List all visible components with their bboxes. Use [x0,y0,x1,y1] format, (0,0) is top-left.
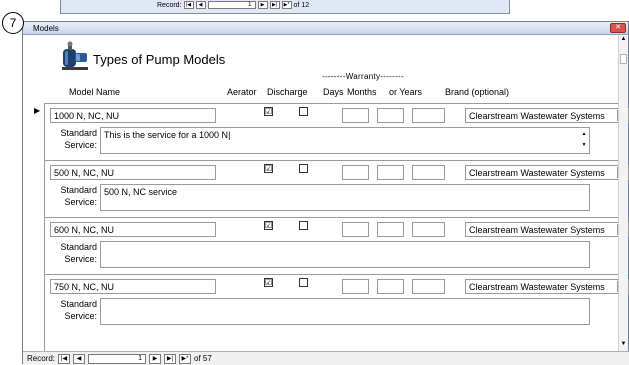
first-record-icon[interactable]: |◀ [58,353,71,364]
record-row: 500 N, NC, NU ☑ Clearstream Wastewater S… [45,160,629,217]
bg-prev-record-icon[interactable]: ◀ [195,1,206,9]
text-cursor: | [228,130,231,140]
standard-service-field[interactable] [100,241,590,268]
bg-next-record-icon[interactable]: ▶ [257,1,268,9]
standard-service-label: Standard Service: [60,128,97,150]
column-header-years: or Years [389,87,423,97]
warranty-days-field[interactable] [342,222,369,237]
warranty-days-field[interactable] [342,165,369,180]
brand-combo[interactable]: Clearstream Wastewater Systems ▼ [465,279,629,294]
column-header-months: Months [347,87,377,97]
brand-combo[interactable]: Clearstream Wastewater Systems ▼ [465,222,629,237]
current-record-arrow-icon: ▶ [34,106,41,115]
standard-service-label: Standard Service: [60,185,97,207]
model-name-field[interactable]: 750 N, NC, NU [50,279,216,294]
warranty-months-field[interactable] [377,165,404,180]
aerator-checkbox[interactable]: ☑ [264,278,273,287]
discharge-checkbox[interactable] [299,107,308,116]
column-header-model-name: Model Name [69,87,121,97]
record-navigation-bar: Record: |◀ ◀ 1 ▶ ▶| ▶* of 57 [23,351,629,365]
background-record-nav: Record: |◀ ◀ 1 ▶ ▶| ▶* of 12 [157,0,309,10]
aerator-checkbox[interactable]: ☑ [264,164,273,173]
column-header-discharge: Discharge [267,87,308,97]
scroll-up-icon[interactable]: ▲ [619,36,628,46]
brand-combo[interactable]: Clearstream Wastewater Systems ▼ [465,108,629,123]
warranty-years-field[interactable] [412,108,445,123]
record-row: 750 N, NC, NU ☑ Clearstream Wastewater S… [45,274,629,331]
models-window: Models ✕ Types of Pump Models --------Wa… [22,21,629,365]
bg-first-record-icon[interactable]: |◀ [183,1,194,9]
form-area: Types of Pump Models --------Warranty---… [23,36,629,356]
scroll-down-icon[interactable]: ▼ [619,341,628,351]
brand-value: Clearstream Wastewater Systems [469,168,605,178]
new-record-icon[interactable]: ▶* [179,353,192,364]
warranty-years-field[interactable] [412,222,445,237]
callout-number: 7 [2,12,24,34]
scroll-thumb[interactable] [620,54,627,64]
standard-service-value: This is the service for a 1000 N [104,130,229,140]
bg-record-number[interactable]: 1 [207,1,256,9]
close-icon[interactable]: ✕ [610,23,626,33]
aerator-checkbox[interactable]: ☑ [264,221,273,230]
brand-value: Clearstream Wastewater Systems [469,225,605,235]
pump-icon [62,41,88,70]
warranty-days-field[interactable] [342,108,369,123]
background-record-label: Record: [157,1,182,9]
discharge-checkbox[interactable] [299,164,308,173]
brand-combo[interactable]: Clearstream Wastewater Systems ▼ [465,165,629,180]
previous-record-icon[interactable]: ◀ [73,353,86,364]
standard-service-field[interactable]: 500 N, NC service [100,184,590,211]
model-name-field[interactable]: 600 N, NC, NU [50,222,216,237]
warranty-months-field[interactable] [377,279,404,294]
standard-service-field[interactable] [100,298,590,325]
brand-value: Clearstream Wastewater Systems [469,282,605,292]
discharge-checkbox[interactable] [299,221,308,230]
bg-new-record-icon[interactable]: ▶* [281,1,292,9]
standard-service-field[interactable]: This is the service for a 1000 N| ▲ ▼ [100,127,590,154]
warranty-months-field[interactable] [377,222,404,237]
bg-record-count: of 12 [293,1,310,9]
model-name-field[interactable]: 1000 N, NC, NU [50,108,216,123]
last-record-icon[interactable]: ▶| [164,353,177,364]
background-window: Record: |◀ ◀ 1 ▶ ▶| ▶* of 12 [60,0,510,14]
window-titlebar: Models ✕ [23,22,628,35]
brand-value: Clearstream Wastewater Systems [469,111,605,121]
vertical-scrollbar[interactable]: ▲ ▼ [618,36,628,351]
column-header-brand: Brand (optional) [445,87,510,97]
form-header: Types of Pump Models --------Warranty---… [23,36,619,97]
column-header-days: Days [323,87,344,97]
model-name-field[interactable]: 500 N, NC, NU [50,165,216,180]
standard-service-label: Standard Service: [60,299,97,321]
warranty-years-field[interactable] [412,279,445,294]
record-count: of 57 [194,354,212,363]
aerator-checkbox[interactable]: ☑ [264,107,273,116]
record-row: 1000 N, NC, NU ☑ Clearstream Wastewater … [45,103,629,160]
column-header-aerator: Aerator [227,87,257,97]
record-row: 600 N, NC, NU ☑ Clearstream Wastewater S… [45,217,629,274]
form-title: Types of Pump Models [93,52,226,67]
discharge-checkbox[interactable] [299,278,308,287]
standard-service-value: 500 N, NC service [104,187,178,197]
warranty-years-field[interactable] [412,165,445,180]
record-number-input[interactable]: 1 [88,353,147,364]
standard-service-label: Standard Service: [60,242,97,264]
next-record-icon[interactable]: ▶ [149,353,162,364]
bg-last-record-icon[interactable]: ▶| [269,1,280,9]
record-nav-label: Record: [27,354,56,363]
warranty-days-field[interactable] [342,279,369,294]
field-scrollbar[interactable]: ▲ ▼ [580,129,588,152]
warranty-months-field[interactable] [377,108,404,123]
window-title: Models [33,23,59,33]
record-selector-column[interactable]: ▶ [31,103,45,356]
warranty-group-label: --------Warranty-------- [322,72,404,81]
